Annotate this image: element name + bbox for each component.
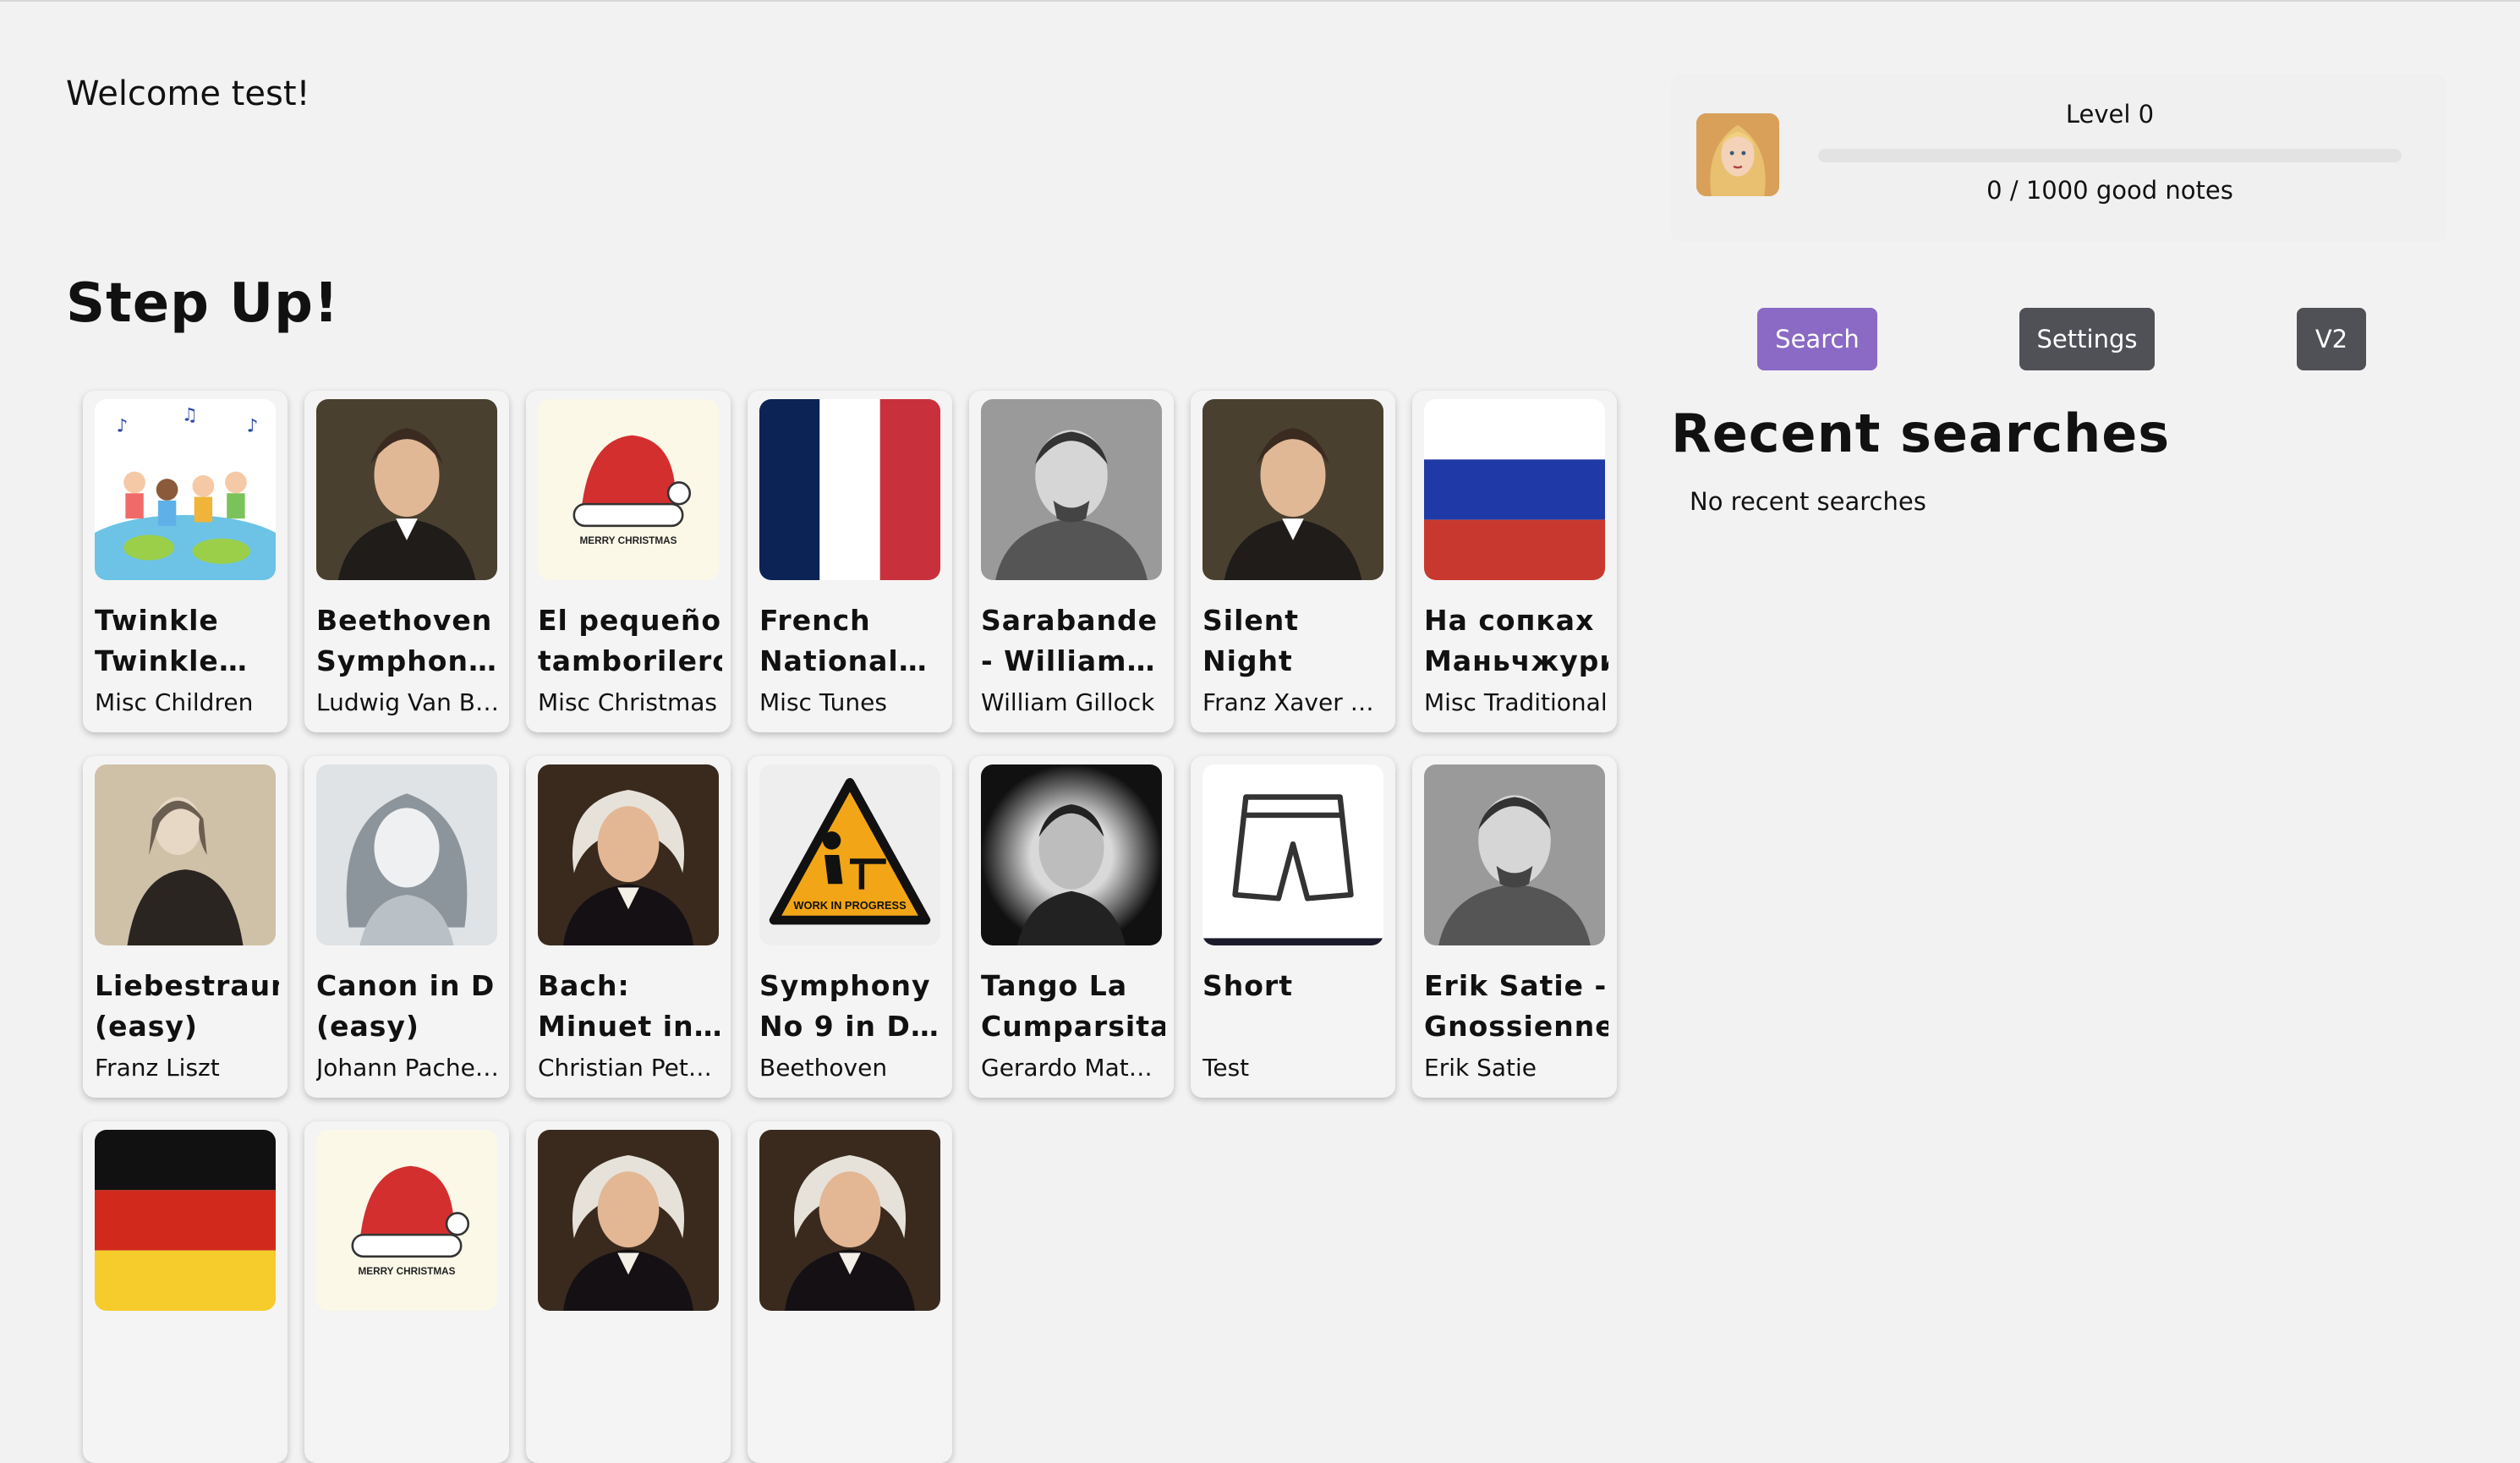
song-author: William Gillock <box>981 688 1155 716</box>
song-card[interactable] <box>748 1121 952 1463</box>
song-thumbnail <box>95 1130 276 1311</box>
song-card[interactable]: Short Test <box>1191 756 1395 1098</box>
song-card[interactable]: WORK IN PROGRESS Symphony No 9 in D minor… <box>748 756 952 1098</box>
song-title: Beethoven Symphony No 5 <box>316 604 493 677</box>
song-card[interactable]: Liebestraum (easy) Franz Liszt <box>83 756 288 1098</box>
song-thumbnail <box>316 764 497 945</box>
song-thumbnail: MERRY CHRISTMAS <box>538 399 719 580</box>
song-title: Bach: Minuet in G <box>538 969 694 1043</box>
song-card[interactable]: Beethoven Symphony No 5 Ludwig Van Beetho… <box>304 391 509 732</box>
good-notes-label: 0 / 1000 good notes <box>1986 176 2233 205</box>
song-title: Liebestraum (easy) <box>95 969 279 1043</box>
song-title: Canon in D (easy) <box>316 969 496 1043</box>
song-thumbnail <box>981 399 1162 580</box>
song-thumbnail: WORK IN PROGRESS <box>759 764 940 945</box>
svg-text:♪: ♪ <box>247 416 259 437</box>
song-title: Twinkle Twinkle Little Star <box>95 604 219 677</box>
song-author: Misc Christmas <box>538 688 717 716</box>
song-grid: ♪ ♫ ♪ Twinkle Twinkle Little Star Misc Child… <box>83 391 1622 1463</box>
svg-text:♫: ♫ <box>182 405 198 426</box>
song-thumbnail <box>538 764 719 945</box>
song-thumbnail <box>95 764 276 945</box>
work-in-progress-text: WORK IN PROGRESS <box>793 899 907 912</box>
song-title: Silent Night <box>1202 604 1300 677</box>
merry-christmas-text: MERRY CHRISTMAS <box>358 1266 455 1277</box>
song-author: Misc Tunes <box>759 688 887 716</box>
song-author: Christian Petzold <box>538 1054 722 1082</box>
song-thumbnail <box>1202 399 1383 580</box>
search-button[interactable]: Search <box>1757 308 1877 370</box>
merry-christmas-text: MERRY CHRISTMAS <box>579 535 677 546</box>
song-thumbnail: MERRY CHRISTMAS <box>316 1130 497 1311</box>
song-author: Test <box>1202 1054 1250 1082</box>
recent-searches-empty: No recent searches <box>1690 487 1926 516</box>
song-title: Short <box>1202 969 1293 1002</box>
song-author: Ludwig Van Beethoven <box>316 688 501 716</box>
page-title: Step Up! <box>66 272 340 335</box>
song-title: Symphony No 9 in D minor <box>759 969 931 1043</box>
song-card[interactable]: Tango La Cumparsita Gerardo Matos Rodrígu… <box>969 756 1174 1098</box>
song-thumbnail <box>981 764 1162 945</box>
song-author: Beethoven <box>759 1054 888 1082</box>
song-author: Franz Xaver Gruber <box>1202 688 1387 716</box>
level-label: Level 0 <box>2065 100 2155 129</box>
song-thumbnail <box>759 399 940 580</box>
song-card[interactable]: Canon in D (easy) Johann Pachelbel <box>304 756 509 1098</box>
song-title: Erik Satie - Gnossienne <box>1424 969 1608 1043</box>
song-card[interactable]: MERRY CHRISTMAS El pequeño tamborilero Mis… <box>526 391 731 732</box>
song-card[interactable]: French National Anthem Misc Tunes <box>748 391 952 732</box>
song-card[interactable]: Bach: Minuet in G Christian Petzold <box>526 756 731 1098</box>
song-thumbnail <box>538 1130 719 1311</box>
profile-panel: Level 0 0 / 1000 good notes <box>1671 74 2447 242</box>
welcome-text: Welcome test! <box>66 74 310 113</box>
song-title: French National Anthem <box>759 604 899 677</box>
recent-searches-heading: Recent searches <box>1671 403 2171 464</box>
song-card[interactable]: Silent Night Franz Xaver Gruber <box>1191 391 1395 732</box>
avatar[interactable] <box>1696 113 1779 196</box>
song-thumbnail: ♪ ♫ ♪ <box>95 399 276 580</box>
song-title: Tango La Cumparsita <box>981 969 1165 1043</box>
song-thumbnail <box>1202 764 1383 945</box>
song-card[interactable] <box>83 1121 288 1463</box>
song-author: Johann Pachelbel <box>316 1054 501 1082</box>
progress-bar <box>1818 149 2402 162</box>
song-author: Gerardo Matos Rodríguez <box>981 1054 1165 1082</box>
song-thumbnail <box>1424 764 1605 945</box>
song-author: Erik Satie <box>1424 1054 1537 1082</box>
svg-text:♪: ♪ <box>117 416 129 437</box>
song-title: На сопках Маньчжурии <box>1424 604 1608 677</box>
song-card[interactable]: На сопках Маньчжурии Misc Traditional <box>1412 391 1617 732</box>
song-card[interactable]: Erik Satie - Gnossienne Erik Satie <box>1412 756 1617 1098</box>
song-thumbnail <box>1424 399 1605 580</box>
song-card[interactable] <box>526 1121 731 1463</box>
song-card[interactable]: ♪ ♫ ♪ Twinkle Twinkle Little Star Misc Child… <box>83 391 288 732</box>
song-thumbnail <box>316 399 497 580</box>
song-thumbnail <box>759 1130 940 1311</box>
song-author: Misc Children <box>95 688 254 716</box>
song-card[interactable]: MERRY CHRISTMAS <box>304 1121 509 1463</box>
song-author: Misc Traditional <box>1424 688 1608 716</box>
song-card[interactable]: Sarabande - William Gillock William Gillo… <box>969 391 1174 732</box>
song-author: Franz Liszt <box>95 1054 220 1082</box>
song-title: El pequeño tamborilero <box>538 604 722 677</box>
settings-button[interactable]: Settings <box>2019 308 2155 370</box>
song-title: Sarabande - William Gillock <box>981 604 1158 677</box>
v2-button[interactable]: V2 <box>2297 308 2366 370</box>
